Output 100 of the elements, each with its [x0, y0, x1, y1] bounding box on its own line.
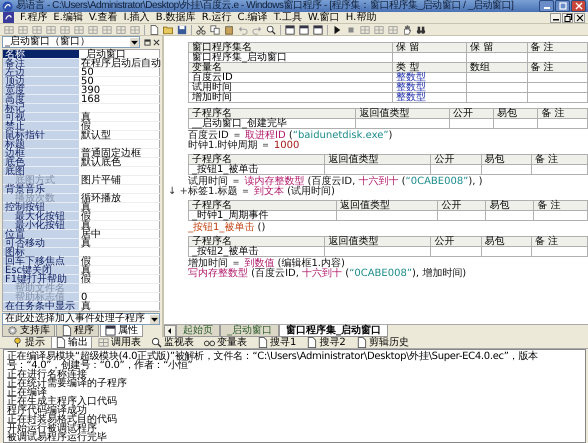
output-tab[interactable]: 搜寻2 [302, 336, 350, 349]
object-dropdown[interactable]: _启动窗口（窗口） [2, 36, 140, 48]
panel-tab[interactable]: 支持库 [2, 325, 55, 337]
minimize-button[interactable] [550, 12, 561, 22]
property-name[interactable]: 底图 [3, 167, 79, 176]
property-name[interactable]: 可视 [3, 113, 79, 122]
output-tab[interactable]: 监视表 [147, 336, 198, 349]
menu-item[interactable]: W.窗口 [308, 12, 340, 24]
search-icon[interactable] [266, 24, 276, 34]
grid-icon[interactable] [46, 24, 56, 34]
window-icon[interactable] [144, 38, 151, 46]
property-name[interactable]: 鼠标指针 [3, 131, 79, 140]
panel-tab[interactable]: 程序 [56, 325, 99, 337]
property-name[interactable]: F1键打开帮助 [3, 275, 79, 284]
menu-item[interactable]: I.插入 [124, 12, 150, 24]
scroll-left-icon[interactable] [164, 325, 176, 337]
property-value[interactable]: _启动窗口 [79, 50, 161, 59]
output-tab[interactable]: 变量表 [200, 336, 251, 349]
grid-icon[interactable] [88, 24, 98, 34]
property-name[interactable]: 可否移动 [3, 239, 79, 248]
property-value[interactable]: 真 [79, 302, 161, 311]
property-value[interactable]: 普通固定边框 [79, 149, 161, 158]
property-name[interactable]: 左边 [3, 68, 79, 77]
window-icon[interactable] [313, 24, 323, 34]
property-name[interactable]: 边框 [3, 149, 79, 158]
grid-icon[interactable] [374, 24, 384, 34]
property-value[interactable]: 168 [79, 95, 161, 104]
property-name[interactable]: 禁止 [3, 122, 79, 131]
property-value[interactable]: 假 [79, 122, 161, 131]
maximize-button[interactable] [555, 0, 570, 12]
window-icon[interactable] [299, 24, 309, 34]
property-name[interactable]: 在任务条中显示 [3, 302, 79, 311]
clipboard-icon[interactable] [224, 24, 234, 34]
property-name[interactable]: 名称 [3, 50, 79, 59]
output-tab[interactable]: 剪辑历史 [352, 336, 413, 349]
binoculars-icon[interactable] [416, 24, 426, 34]
property-name[interactable]: 顶边 [3, 77, 79, 86]
menu-item[interactable]: T.工具 [274, 12, 302, 24]
grid-icon[interactable] [74, 24, 84, 34]
close-button[interactable] [571, 0, 586, 12]
property-name[interactable]: Esc键关闭 [3, 266, 79, 275]
menu-item[interactable]: F.程序 [20, 12, 48, 24]
minimize-button[interactable] [539, 0, 554, 12]
menu-item[interactable]: C.编译 [238, 12, 268, 24]
property-name[interactable]: 标题 [3, 140, 79, 149]
copy-icon[interactable] [210, 24, 220, 34]
property-name[interactable]: 位置 [3, 230, 79, 239]
property-value[interactable]: 真 [79, 239, 161, 248]
editor-tab[interactable]: _启动窗口 [220, 325, 279, 337]
scissors-icon[interactable] [196, 24, 206, 34]
property-name[interactable]: 最大化按钮 [3, 212, 79, 221]
output-tab[interactable]: 调用表 [94, 336, 145, 349]
property-name[interactable]: 图标 [3, 248, 79, 257]
hand-icon[interactable] [402, 24, 412, 34]
grid-icon[interactable] [360, 24, 370, 34]
output-tab[interactable]: 搜寻1 [253, 336, 300, 349]
restore-button[interactable] [562, 12, 573, 22]
editor-tab[interactable]: 起始页 [176, 325, 220, 337]
undo-icon[interactable] [238, 24, 248, 34]
redo-icon[interactable] [252, 24, 262, 34]
property-name[interactable]: 回车下移焦点 [3, 257, 79, 266]
property-value[interactable]: 默认型 [79, 131, 161, 140]
property-value[interactable]: 真 [79, 203, 161, 212]
panel-tab[interactable]: 属性 [100, 325, 143, 337]
grid-icon[interactable] [130, 24, 140, 34]
output-tab[interactable]: 提示 [8, 336, 49, 349]
property-name[interactable]: 底色 [3, 158, 79, 167]
save-icon[interactable] [177, 24, 187, 34]
property-value[interactable]: 真 [79, 221, 161, 230]
app-icon[interactable] [3, 12, 14, 23]
window-icon[interactable] [285, 24, 295, 34]
property-value[interactable]: 居中 [79, 230, 161, 239]
grid-icon[interactable] [60, 24, 70, 34]
property-name[interactable]: 标记 [3, 104, 79, 113]
property-name[interactable]: 高度 [3, 95, 79, 104]
property-value[interactable]: 在程序启动后自动 [79, 59, 161, 68]
close-icon[interactable] [153, 38, 160, 46]
stop-icon[interactable] [346, 24, 356, 34]
document-icon[interactable] [149, 24, 159, 34]
property-value[interactable]: 假 [79, 212, 161, 221]
property-value[interactable]: 真 [79, 113, 161, 122]
menu-item[interactable]: B.数据库 [156, 12, 196, 24]
menu-item[interactable]: R.运行 [202, 12, 232, 24]
property-value[interactable]: 50 [79, 68, 161, 77]
property-value[interactable]: 真 [79, 266, 161, 275]
grid-icon[interactable] [32, 24, 42, 34]
property-value[interactable]: 50 [79, 77, 161, 86]
grid-icon[interactable] [116, 24, 126, 34]
menu-item[interactable]: H.帮助 [346, 12, 376, 24]
property-name[interactable]: 控制按钮 [3, 203, 79, 212]
grid-icon[interactable] [18, 24, 28, 34]
grid-icon[interactable] [102, 24, 112, 34]
property-value[interactable]: 假 [79, 275, 161, 284]
property-name[interactable]: 宽度 [3, 86, 79, 95]
property-value[interactable]: 假 [79, 257, 161, 266]
property-name[interactable]: 备注 [3, 59, 79, 68]
menu-item[interactable]: E.编辑 [53, 12, 83, 24]
close-button[interactable] [574, 12, 585, 22]
grid-icon[interactable] [388, 24, 398, 34]
property-name[interactable]: 背景音乐 [3, 185, 79, 194]
